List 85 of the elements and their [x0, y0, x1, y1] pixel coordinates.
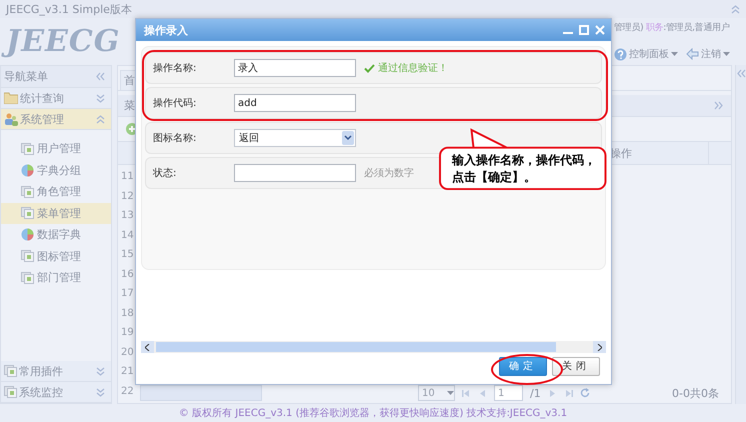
menu-item[interactable]: 角色管理 [1, 181, 111, 202]
chevron-icon[interactable] [96, 94, 105, 102]
menu-item[interactable]: 图标管理 [1, 246, 111, 267]
chevron-icon[interactable] [96, 388, 105, 396]
menu-item[interactable]: 部门管理 [1, 267, 111, 288]
accordion-header[interactable]: 系统监控 [1, 382, 111, 403]
field-hint: 必须为数字 [364, 166, 414, 180]
dialog-title: 操作录入 [144, 22, 188, 38]
caret-icon [671, 52, 678, 56]
pie-chart-icon [21, 228, 34, 242]
confirm-button[interactable]: 确定 [499, 356, 547, 376]
page-icon [21, 186, 34, 198]
record-count: 0-0共0条 [672, 386, 719, 400]
field-label: 操作名称: [153, 62, 198, 75]
page-input[interactable]: 1 [494, 385, 523, 401]
field-label: 状态: [153, 166, 178, 180]
row-number: 20 [120, 346, 135, 360]
previous-page-icon[interactable] [478, 388, 487, 398]
folder-icon [4, 92, 18, 104]
pie-chart-icon [21, 164, 34, 177]
validation-message: 通过信息验证！ [364, 61, 448, 75]
collapse-icon[interactable] [731, 4, 740, 14]
highlight-ellipse [491, 354, 563, 385]
first-page-icon[interactable] [462, 388, 471, 398]
accordion-header[interactable]: 常用插件 [1, 361, 111, 382]
input-field[interactable]: 录入 [234, 59, 356, 77]
caret-icon [447, 391, 454, 395]
help-icon [614, 48, 627, 60]
collapse-icon[interactable] [96, 72, 105, 81]
field-label: 操作代码: [153, 97, 198, 110]
header-menu[interactable]: 控制面板 [614, 47, 678, 61]
row-number: 22 [120, 384, 135, 399]
horizontal-scrollbar[interactable] [141, 341, 606, 353]
caret-icon [723, 52, 730, 56]
row-number: 15 [120, 248, 135, 262]
page-size-select[interactable]: 10 [418, 385, 455, 401]
menu-item[interactable]: 数据字典 [1, 224, 111, 246]
check-icon [364, 64, 375, 72]
logo: JEECG [0, 24, 120, 59]
total-pages: /1 [530, 386, 541, 400]
dropdown-icon[interactable] [342, 131, 354, 145]
row-number: 18 [120, 306, 135, 321]
row-number: 13 [120, 209, 135, 224]
expand-icon[interactable] [714, 101, 723, 110]
row-number: 19 [120, 326, 135, 340]
input-field[interactable] [234, 164, 356, 182]
expand-icon[interactable] [736, 69, 746, 78]
row-number: 14 [120, 228, 135, 243]
chevron-icon[interactable] [96, 366, 105, 376]
page-icon [21, 142, 34, 155]
menu-item[interactable]: 菜单管理 [1, 202, 111, 224]
maximize-icon[interactable] [579, 25, 589, 35]
footer-text: © 版权所有 JEECG_v3.1 (推荐谷歌浏览器，获得更快响应速度) 技术支持:JEECG_v3.1 [178, 406, 568, 420]
refresh-icon[interactable] [580, 388, 590, 398]
next-page-icon[interactable] [548, 388, 557, 398]
row-number: 17 [120, 287, 135, 302]
close-icon[interactable] [595, 25, 605, 35]
chevron-icon[interactable] [96, 114, 105, 124]
page-icon [21, 272, 34, 284]
input-field[interactable]: add [234, 94, 356, 112]
page-icon [4, 386, 17, 398]
row-number: 11 [120, 170, 135, 184]
page-icon [4, 365, 17, 377]
row-number: 21 [120, 365, 135, 380]
field-label: 图标名称: [153, 132, 198, 145]
accordion-header[interactable]: 系统管理 [1, 109, 111, 130]
close-button[interactable]: 关闭 [552, 356, 600, 376]
callout-text: 输入操作名称，操作代码，点击【确定】。 [452, 152, 597, 186]
row-number: 12 [120, 190, 135, 204]
last-page-icon[interactable] [564, 388, 573, 398]
row-number: 16 [120, 268, 135, 282]
sidebar-title: 导航菜单 [4, 69, 48, 84]
arrow-left-icon [686, 48, 699, 60]
accordion-header[interactable]: 统计查询 [1, 88, 111, 109]
users-icon [4, 112, 18, 126]
horizontal-scrollbar[interactable] [140, 385, 262, 401]
menu-item[interactable]: 字典分组 [1, 160, 111, 181]
user-info: 管理员) 职务:管理员,普通用户 [614, 21, 730, 34]
menu-item[interactable]: 用户管理 [1, 138, 111, 160]
page-icon [21, 250, 34, 262]
panel-title: 菜 [124, 98, 135, 113]
app-title: JEECG_v3.1 Simple版本 [6, 2, 132, 16]
header-menu[interactable]: 注销 [686, 47, 730, 61]
select-field[interactable]: 返回 [234, 129, 356, 147]
page-icon [21, 207, 34, 220]
